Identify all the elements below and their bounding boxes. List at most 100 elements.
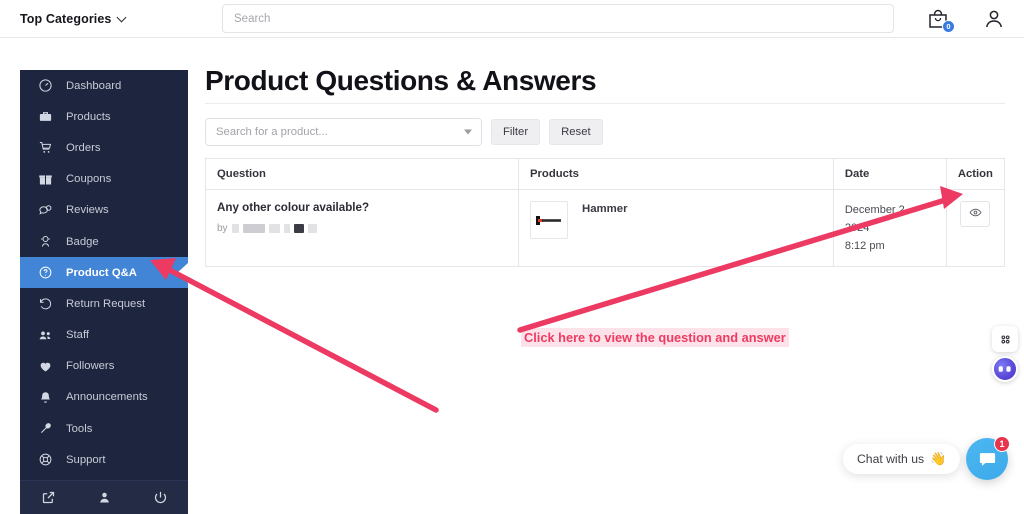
chat-unread-badge: 1 — [994, 436, 1010, 452]
redacted-author-part — [242, 224, 265, 233]
sidebar-item-coupons[interactable]: Coupons — [20, 164, 188, 195]
page-title: Product Questions & Answers — [205, 65, 597, 96]
chat-launcher-button[interactable]: 1 — [966, 436, 1010, 480]
gift-icon — [38, 172, 53, 187]
redacted-author-part — [307, 224, 317, 233]
top-categories-menu[interactable]: Top Categories — [20, 12, 127, 26]
reset-button[interactable]: Reset — [549, 119, 603, 145]
assistant-bot-icon[interactable] — [992, 356, 1018, 382]
sidebar-item-orders[interactable]: Orders — [20, 132, 188, 163]
qa-table: Question Products Date Action Any other … — [205, 158, 1005, 268]
product-search-select[interactable]: Search for a product... — [205, 118, 482, 146]
sidebar-item-label: Support — [66, 453, 106, 466]
cart-icon — [38, 140, 53, 155]
time-value: 8:12 pm — [844, 240, 885, 253]
lifebuoy-icon — [38, 452, 53, 467]
date-value: December 2, 2024 — [844, 204, 908, 235]
undo-icon — [38, 296, 53, 311]
sidebar-item-label: Product Q&A — [66, 266, 137, 279]
sidebar-item-staff[interactable]: Staff — [20, 320, 188, 351]
sidebar-item-label: Staff — [66, 329, 90, 342]
cell-action — [946, 190, 1004, 267]
sidebar-item-label: Followers — [66, 360, 115, 373]
filter-bar: Search for a product... Filter Reset — [205, 118, 603, 146]
chevron-down-icon — [118, 14, 127, 23]
filter-button[interactable]: Filter — [491, 119, 541, 145]
heart-icon — [38, 359, 53, 374]
redacted-author-part — [231, 224, 239, 233]
user-account-icon[interactable] — [982, 7, 1006, 31]
qa-table-header-row: Question Products Date Action — [205, 158, 1005, 190]
speedometer-icon — [38, 78, 53, 93]
column-header-date: Date — [833, 158, 947, 190]
column-header-action: Action — [946, 158, 1005, 190]
sidebar-item-products[interactable]: Products — [20, 101, 188, 132]
view-question-button[interactable] — [960, 201, 991, 227]
power-icon[interactable] — [152, 490, 168, 506]
qa-table-head: Question Products Date Action — [205, 158, 1005, 190]
product-thumbnail — [529, 201, 568, 239]
sidebar-item-reviews[interactable]: Reviews — [20, 195, 188, 226]
sidebar-footer — [20, 480, 188, 514]
bell-icon — [38, 390, 53, 405]
redacted-author-part — [293, 224, 304, 233]
cell-date: December 2, 2024 8:12 pm — [833, 189, 947, 267]
product-entry: Hammer — [529, 201, 822, 239]
sidebar-item-dashboard[interactable]: Dashboard — [20, 70, 188, 101]
question-text: Any other colour available? — [217, 201, 370, 214]
sidebar-item-tools[interactable]: Tools — [20, 413, 188, 444]
users-icon — [38, 328, 53, 343]
sidebar-item-badge[interactable]: Badge — [20, 226, 188, 257]
chat-with-us-pill[interactable]: Chat with us 👋 — [843, 444, 961, 474]
briefcase-icon — [38, 109, 53, 124]
shopping-bag-icon[interactable]: 0 — [926, 7, 955, 33]
header-icon-group: 0 — [926, 0, 1006, 38]
sidebar-item-announcements[interactable]: Announcements — [20, 382, 188, 413]
annotation-callout: Click here to view the question and answ… — [521, 328, 789, 347]
sidebar-item-label: Announcements — [66, 391, 148, 404]
sidebar-item-label: Tools — [66, 422, 93, 435]
sidebar-nav-list: Dashboard Products Orders Coupons Reviews Bad… — [20, 70, 188, 507]
question-author: by — [217, 223, 507, 234]
sidebar-item-label: Coupons — [66, 173, 112, 186]
chat-bubble-icon — [979, 452, 995, 466]
sidebar-item-label: Products — [66, 110, 111, 123]
sidebar-item-support[interactable]: Support — [20, 444, 188, 475]
sidebar-item-label: Badge — [66, 235, 99, 248]
by-label: by — [217, 223, 228, 234]
chat-bubbles-icon — [38, 203, 53, 218]
cell-question: Any other colour available? by — [205, 189, 519, 267]
main-content: Product Questions & Answers Search for a… — [188, 38, 1024, 514]
sidebar-item-label: Orders — [66, 141, 101, 154]
top-categories-label: Top Categories — [20, 11, 112, 26]
eye-icon — [969, 206, 982, 222]
title-divider — [205, 103, 1005, 104]
cell-products: Hammer — [518, 189, 834, 267]
sidebar-item-return-request[interactable]: Return Request — [20, 288, 188, 319]
user-icon[interactable] — [96, 490, 112, 506]
qa-table-body: Any other colour available? by Hammer De… — [205, 189, 1005, 267]
top-header: Top Categories 0 — [0, 0, 1024, 38]
sidebar: Dashboard Products Orders Coupons Reviews Bad… — [20, 70, 188, 514]
column-header-question: Question — [205, 158, 519, 190]
waving-hand-icon: 👋 — [930, 451, 947, 466]
wrench-icon — [38, 421, 53, 436]
product-select-placeholder: Search for a product... — [216, 126, 328, 138]
external-link-icon[interactable] — [40, 490, 56, 506]
table-row[interactable]: Any other colour available? by Hammer De… — [205, 189, 1005, 267]
badge-icon — [38, 234, 53, 249]
product-name: Hammer — [581, 203, 628, 215]
apps-grid-icon[interactable] — [992, 326, 1018, 352]
search-input[interactable] — [222, 4, 894, 33]
redacted-author-part — [268, 224, 280, 233]
sidebar-item-label: Reviews — [66, 204, 109, 217]
cart-count-badge: 0 — [942, 20, 955, 33]
chat-pill-text: Chat with us — [857, 452, 925, 466]
sidebar-item-label: Return Request — [66, 297, 146, 310]
sidebar-item-label: Dashboard — [66, 79, 122, 92]
sidebar-item-followers[interactable]: Followers — [20, 351, 188, 382]
question-circle-icon — [38, 265, 53, 280]
redacted-author-part — [283, 224, 290, 233]
column-header-products: Products — [518, 158, 834, 190]
sidebar-item-product-q-a[interactable]: Product Q&A — [20, 257, 188, 289]
